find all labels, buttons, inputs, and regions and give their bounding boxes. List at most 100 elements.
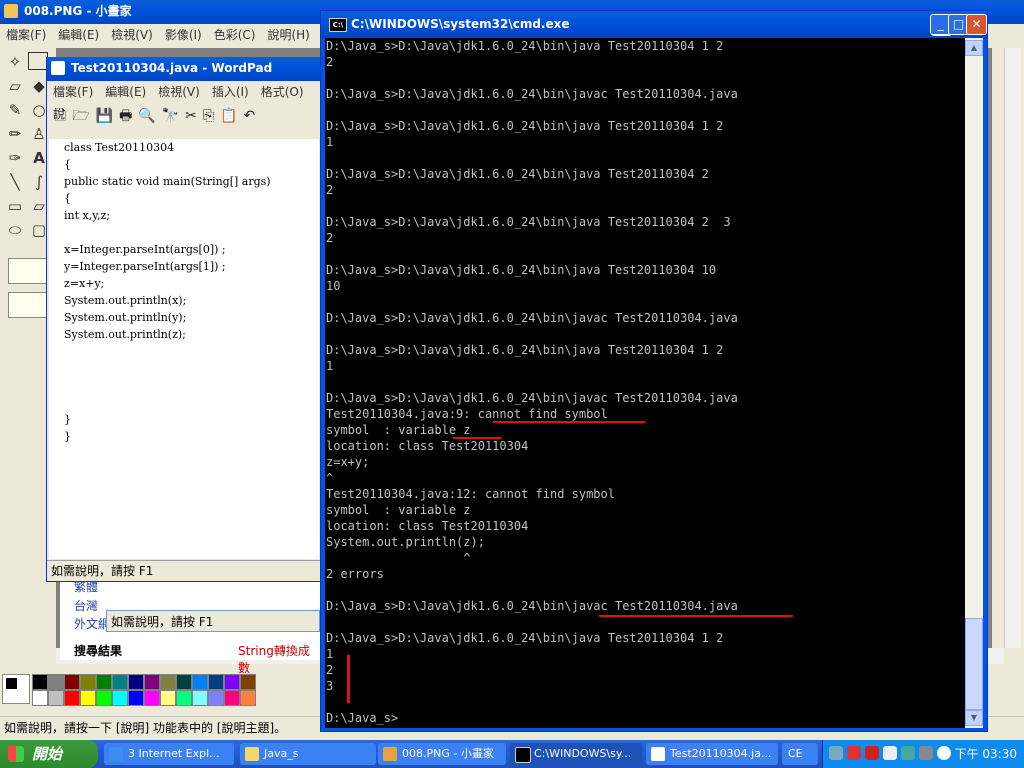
console-line: D:\Java_s>D:\Java\jdk1.6.0_24\bin\java T… xyxy=(326,39,724,53)
palette-swatch[interactable] xyxy=(64,674,80,690)
palette-swatch[interactable] xyxy=(32,674,48,690)
palette-swatch[interactable] xyxy=(176,690,192,706)
paint-menu-help[interactable]: 說明(H) xyxy=(267,28,309,42)
code-line: System.out.println(z); xyxy=(64,328,186,341)
new-icon[interactable]: 🗋 xyxy=(55,108,66,124)
wordpad-title-bar[interactable]: Test20110304.java - WordPad xyxy=(47,57,322,81)
ie-peek-line[interactable]: 外文網 xyxy=(74,615,110,632)
palette-swatch[interactable] xyxy=(80,674,96,690)
taskbar-item-wordpad[interactable]: Test20110304.ja... xyxy=(646,743,778,765)
palette-swatch[interactable] xyxy=(160,690,176,706)
tray-icon-k[interactable] xyxy=(865,746,879,760)
rectangle-icon[interactable]: ▭ xyxy=(4,196,26,216)
palette-swatch[interactable] xyxy=(112,674,128,690)
code-line: System.out.println(y); xyxy=(64,311,187,324)
eraser-icon[interactable]: ▱ xyxy=(4,76,26,96)
find-icon[interactable]: 🔭 xyxy=(162,108,179,124)
palette-swatch[interactable] xyxy=(224,674,240,690)
paint-menu-view[interactable]: 檢視(V) xyxy=(111,28,153,42)
cmd-console[interactable]: D:\Java_s>D:\Java\jdk1.6.0_24\bin\java T… xyxy=(325,38,965,728)
tray-icon-security[interactable] xyxy=(847,746,861,760)
wordpad-menu-insert[interactable]: 插入(I) xyxy=(212,85,249,99)
palette-swatch[interactable] xyxy=(240,674,256,690)
console-line: D:\Java_s>D:\Java\jdk1.6.0_24\bin\java T… xyxy=(326,167,709,181)
wordpad-menu-view[interactable]: 檢視(V) xyxy=(158,85,200,99)
taskbar-item-label: Test20110304.ja... xyxy=(670,747,772,760)
taskbar-item-cmd[interactable]: C:\WINDOWS\sy... xyxy=(510,743,642,765)
paint-menu-image[interactable]: 影像(I) xyxy=(165,28,202,42)
cut-icon[interactable]: ✂ xyxy=(185,108,197,124)
taskbar-item-ie[interactable]: 3 Internet Expl... xyxy=(104,743,234,765)
palette-swatch[interactable] xyxy=(160,674,176,690)
palette-swatch[interactable] xyxy=(128,674,144,690)
palette-swatch[interactable] xyxy=(208,690,224,706)
palette-swatch[interactable] xyxy=(48,674,64,690)
paint-menu-colors[interactable]: 色彩(C) xyxy=(214,28,256,42)
taskbar-item-ce[interactable]: CE xyxy=(782,743,818,765)
palette-swatch[interactable] xyxy=(96,674,112,690)
preview-icon[interactable]: 🔍 xyxy=(138,108,155,124)
taskbar-item-folder[interactable]: Java_s xyxy=(240,743,376,765)
palette-swatch[interactable] xyxy=(208,674,224,690)
tray-icon-monitor[interactable] xyxy=(901,746,915,760)
palette-swatch[interactable] xyxy=(240,690,256,706)
tray-icon-volume[interactable] xyxy=(883,746,897,760)
console-line: z=x+y; xyxy=(326,455,370,469)
pencil-icon[interactable]: ✏ xyxy=(4,124,26,144)
option-a-icon[interactable] xyxy=(8,258,48,284)
palette-swatch[interactable] xyxy=(176,674,192,690)
tray-icon-users[interactable] xyxy=(919,746,933,760)
palette-swatch[interactable] xyxy=(192,674,208,690)
ie-peek-line[interactable]: 台灣 xyxy=(74,597,98,614)
save-icon[interactable]: 💾 xyxy=(96,108,113,124)
code-line: int x,y,z; xyxy=(64,209,110,222)
cmd-title-bar[interactable]: C:\ C:\WINDOWS\system32\cmd.exe ▁ xyxy=(321,11,987,38)
ellipse-icon[interactable]: ⬭ xyxy=(4,220,26,240)
palette-swatch[interactable] xyxy=(112,690,128,706)
airbrush-icon[interactable]: ✑ xyxy=(4,148,26,168)
paint-vertical-scrollbar[interactable] xyxy=(1004,48,1021,648)
line-icon[interactable]: ╲ xyxy=(4,172,26,192)
tray-icon-network[interactable] xyxy=(829,746,843,760)
palette-swatch[interactable] xyxy=(80,690,96,706)
taskbar-item-label: CE xyxy=(788,747,803,760)
start-button[interactable]: 開始 xyxy=(0,740,98,768)
paint-menu-file[interactable]: 檔案(F) xyxy=(6,28,46,42)
red-vertical-annotation xyxy=(347,655,350,703)
palette-swatch[interactable] xyxy=(32,690,48,706)
wordpad-menu-file[interactable]: 檔案(F) xyxy=(53,85,93,99)
console-line: symbol : variable z xyxy=(326,503,471,517)
wordpad-document[interactable]: class Test20110304 {public static void ma… xyxy=(49,139,319,559)
wordpad-menu-edit[interactable]: 編輯(E) xyxy=(105,85,146,99)
scroll-thumb[interactable] xyxy=(965,618,983,710)
palette-swatch[interactable] xyxy=(144,674,160,690)
palette-swatch[interactable] xyxy=(128,690,144,706)
cmd-close-button[interactable]: ✕ xyxy=(966,14,987,35)
free-select-icon[interactable]: ✧ xyxy=(4,52,26,72)
palette-swatch[interactable] xyxy=(192,690,208,706)
current-colors xyxy=(2,674,30,704)
console-line: 1 xyxy=(326,359,334,373)
cmd-scrollbar[interactable]: ▲ ▼ xyxy=(965,38,983,728)
copy-icon[interactable]: ⎘ xyxy=(203,108,214,124)
palette-swatch[interactable] xyxy=(64,690,80,706)
open-icon[interactable]: 🗁 xyxy=(72,108,89,124)
paint-menu-edit[interactable]: 編輯(E) xyxy=(58,28,99,42)
paste-icon[interactable]: 📋 xyxy=(220,108,237,124)
option-b-icon[interactable] xyxy=(8,292,48,318)
picker-icon[interactable]: ✎ xyxy=(4,100,26,120)
print-icon[interactable]: 🖶 xyxy=(119,108,132,124)
scroll-down-icon[interactable]: ▼ xyxy=(965,710,983,726)
taskbar-item-paint[interactable]: 008.PNG - 小畫家 xyxy=(378,743,506,765)
tray-icon-shield[interactable] xyxy=(937,746,951,760)
code-line: y=Integer.parseInt(args[1]) ; xyxy=(64,260,226,273)
undo-icon[interactable]: ↶ xyxy=(244,108,256,124)
palette-swatch[interactable] xyxy=(48,690,64,706)
rect-select-icon[interactable] xyxy=(28,52,48,70)
palette-swatch[interactable] xyxy=(224,690,240,706)
scroll-up-icon[interactable]: ▲ xyxy=(965,40,983,56)
wordpad-menu-format[interactable]: 格式(O) xyxy=(261,85,304,99)
palette-swatch[interactable] xyxy=(96,690,112,706)
palette-swatch[interactable] xyxy=(144,690,160,706)
